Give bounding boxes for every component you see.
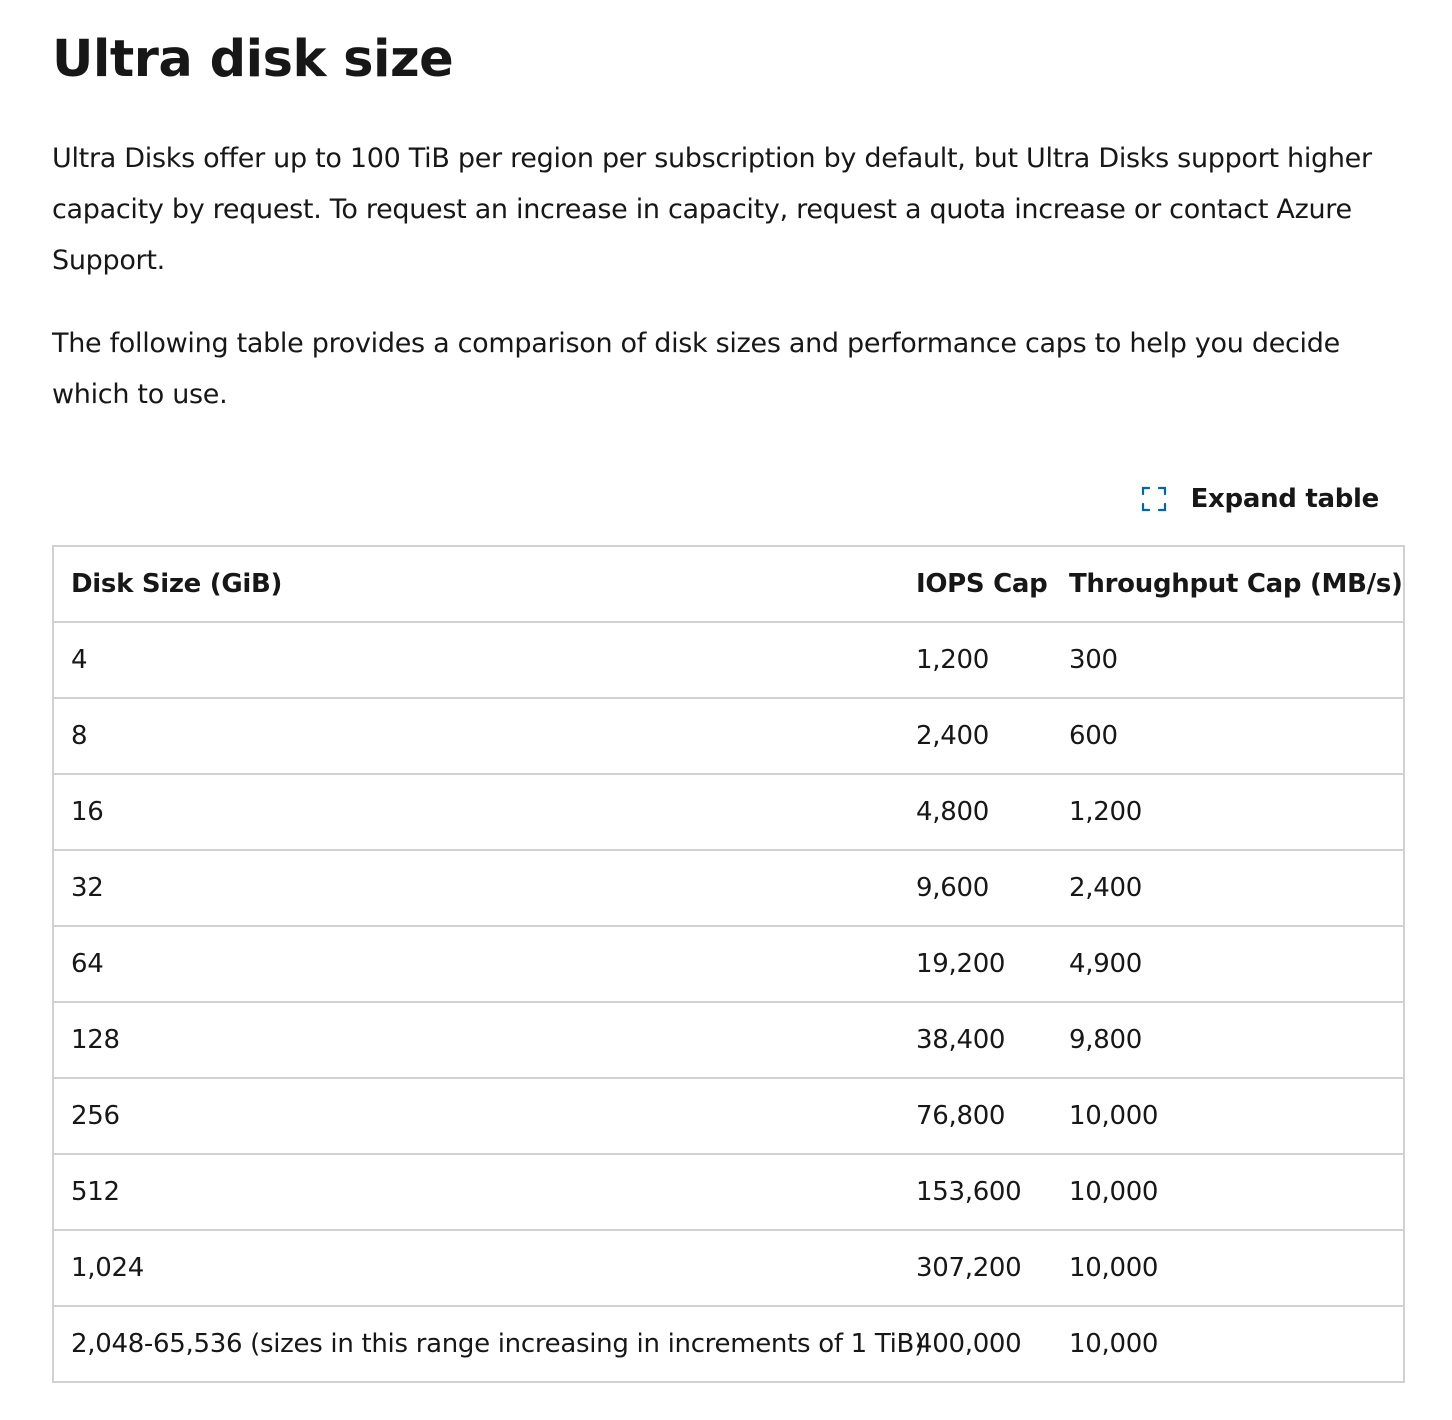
- cell-iops-cap: 307,200: [899, 1229, 1053, 1306]
- cell-throughput-cap: 300: [1053, 621, 1404, 698]
- cell-iops-cap: 38,400: [899, 1001, 1053, 1078]
- expand-table-button[interactable]: Expand table: [1141, 478, 1379, 520]
- cell-throughput-cap: 10,000: [1053, 1305, 1404, 1382]
- table-row: 256 76,800 10,000: [53, 1077, 1404, 1154]
- cell-disk-size: 16: [53, 773, 899, 850]
- expand-table-label: Expand table: [1190, 484, 1380, 514]
- cell-disk-size: 256: [53, 1077, 899, 1154]
- cell-iops-cap: 19,200: [899, 925, 1053, 1002]
- header-iops-cap: IOPS Cap: [916, 569, 1048, 599]
- table-row: 8 2,400 600: [53, 697, 1404, 774]
- table-row: 16 4,800 1,200: [53, 773, 1404, 850]
- header-disk-size: Disk Size (GiB): [71, 569, 283, 599]
- cell-iops-cap: 153,600: [899, 1153, 1053, 1230]
- expand-icon: [1141, 486, 1167, 512]
- cell-throughput-cap: 10,000: [1053, 1077, 1404, 1154]
- cell-iops-cap: 4,800: [899, 773, 1053, 850]
- cell-disk-size: 64: [53, 925, 899, 1002]
- table-description-paragraph: The following table provides a compariso…: [52, 328, 1340, 410]
- table-row: 32 9,600 2,400: [53, 849, 1404, 926]
- cell-iops-cap: 9,600: [899, 849, 1053, 926]
- cell-throughput-cap: 2,400: [1053, 849, 1404, 926]
- cell-throughput-cap: 1,200: [1053, 773, 1404, 850]
- table-header-row: Disk Size (GiB) IOPS Cap Throughput Cap …: [53, 546, 1404, 622]
- cell-throughput-cap: 600: [1053, 697, 1404, 774]
- disk-size-table: Disk Size (GiB) IOPS Cap Throughput Cap …: [52, 545, 1405, 1383]
- table-row: 64 19,200 4,900: [53, 925, 1404, 1002]
- page-title: Ultra disk size: [52, 30, 454, 89]
- cell-iops-cap: 400,000: [899, 1305, 1053, 1382]
- cell-throughput-cap: 10,000: [1053, 1229, 1404, 1306]
- cell-disk-size: 128: [53, 1001, 899, 1078]
- table-row: 128 38,400 9,800: [53, 1001, 1404, 1078]
- header-throughput-cap: Throughput Cap (MB/s): [1069, 569, 1403, 599]
- cell-disk-size: 32: [53, 849, 899, 926]
- table-row: 4 1,200 300: [53, 621, 1404, 698]
- cell-throughput-cap: 9,800: [1053, 1001, 1404, 1078]
- cell-disk-size: 8: [53, 697, 899, 774]
- cell-disk-size: 512: [53, 1153, 899, 1230]
- table-row: 1,024 307,200 10,000: [53, 1229, 1404, 1306]
- intro-paragraph: Ultra Disks offer up to 100 TiB per regi…: [52, 143, 1372, 276]
- cell-iops-cap: 2,400: [899, 697, 1053, 774]
- cell-throughput-cap: 10,000: [1053, 1153, 1404, 1230]
- cell-disk-size: 1,024: [53, 1229, 899, 1306]
- cell-iops-cap: 76,800: [899, 1077, 1053, 1154]
- table-row: 512 153,600 10,000: [53, 1153, 1404, 1230]
- cell-disk-size: 4: [53, 621, 899, 698]
- cell-iops-cap: 1,200: [899, 621, 1053, 698]
- cell-disk-size: 2,048-65,536 (sizes in this range increa…: [53, 1305, 924, 1382]
- cell-throughput-cap: 4,900: [1053, 925, 1404, 1002]
- table-row: 2,048-65,536 (sizes in this range increa…: [53, 1305, 1404, 1382]
